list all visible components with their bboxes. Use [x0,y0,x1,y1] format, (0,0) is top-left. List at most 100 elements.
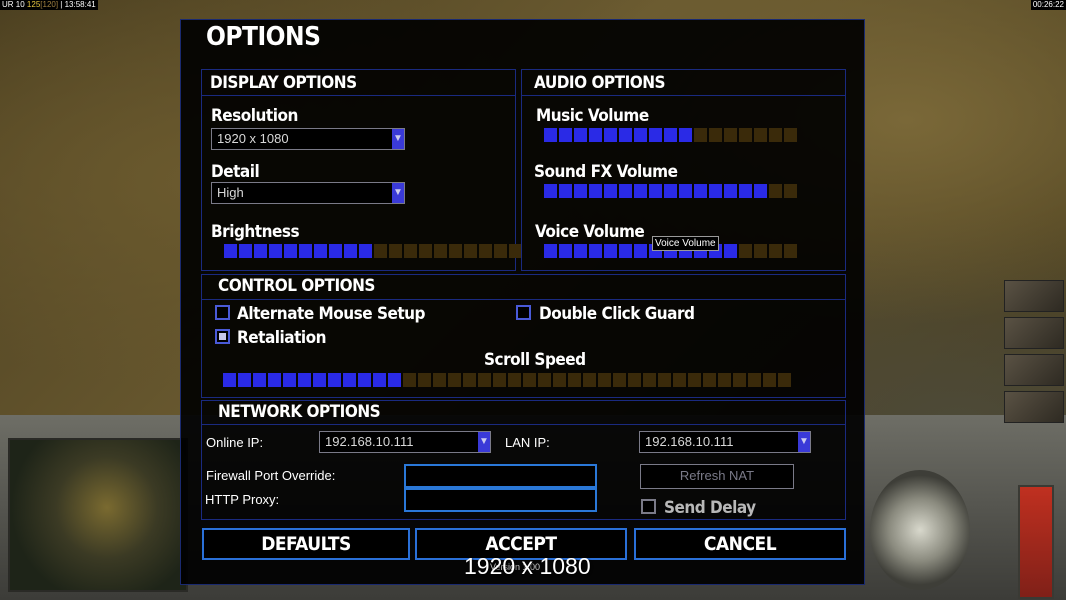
slider-segment[interactable] [694,128,707,142]
http-proxy-input[interactable] [404,488,597,512]
slider-segment[interactable] [478,373,491,387]
slider-segment[interactable] [463,373,476,387]
slider-segment[interactable] [328,373,341,387]
slider-segment[interactable] [739,184,752,198]
slider-segment[interactable] [344,244,357,258]
defaults-button[interactable]: DEFAULTS [202,528,410,560]
slider-segment[interactable] [688,373,701,387]
slider-segment[interactable] [559,184,572,198]
slider-segment[interactable] [574,184,587,198]
slider-segment[interactable] [479,244,492,258]
slider-segment[interactable] [559,128,572,142]
slider-segment[interactable] [628,373,641,387]
slider-segment[interactable] [634,128,647,142]
slider-segment[interactable] [664,128,677,142]
slider-segment[interactable] [559,244,572,258]
slider-segment[interactable] [523,373,536,387]
slider-segment[interactable] [508,373,521,387]
slider-segment[interactable] [583,373,596,387]
slider-segment[interactable] [553,373,566,387]
slider-segment[interactable] [619,184,632,198]
slider-segment[interactable] [754,184,767,198]
sfx-volume-slider[interactable] [544,184,797,198]
slider-segment[interactable] [389,244,402,258]
slider-segment[interactable] [619,244,632,258]
slider-segment[interactable] [433,373,446,387]
send-delay-checkbox[interactable] [641,499,656,514]
resolution-select[interactable]: 1920 x 1080 ▼ [211,128,405,150]
chevron-down-icon[interactable]: ▼ [798,432,810,452]
slider-segment[interactable] [574,244,587,258]
slider-segment[interactable] [733,373,746,387]
slider-segment[interactable] [544,244,557,258]
slider-segment[interactable] [604,244,617,258]
slider-segment[interactable] [658,373,671,387]
slider-segment[interactable] [358,373,371,387]
slider-segment[interactable] [784,128,797,142]
slider-segment[interactable] [254,244,267,258]
slider-segment[interactable] [589,184,602,198]
slider-segment[interactable] [649,184,662,198]
slider-segment[interactable] [544,128,557,142]
double-click-guard-checkbox[interactable] [516,305,531,320]
slider-segment[interactable] [634,244,647,258]
music-volume-slider[interactable] [544,128,797,142]
slider-segment[interactable] [769,128,782,142]
slider-segment[interactable] [269,244,282,258]
alternate-mouse-label[interactable]: Alternate Mouse Setup [237,304,426,324]
double-click-guard-label[interactable]: Double Click Guard [539,304,695,324]
slider-segment[interactable] [464,244,477,258]
slider-segment[interactable] [268,373,281,387]
slider-segment[interactable] [434,244,447,258]
firewall-port-input[interactable] [404,464,597,488]
slider-segment[interactable] [739,244,752,258]
slider-segment[interactable] [769,244,782,258]
slider-segment[interactable] [589,128,602,142]
slider-segment[interactable] [754,128,767,142]
slider-segment[interactable] [754,244,767,258]
unit-portrait-icon[interactable] [1004,354,1064,386]
slider-segment[interactable] [418,373,431,387]
slider-segment[interactable] [664,184,677,198]
slider-segment[interactable] [388,373,401,387]
slider-segment[interactable] [613,373,626,387]
detail-select[interactable]: High ▼ [211,182,405,204]
cancel-button[interactable]: CANCEL [634,528,846,560]
slider-segment[interactable] [679,128,692,142]
slider-segment[interactable] [784,184,797,198]
slider-segment[interactable] [448,373,461,387]
retaliation-label[interactable]: Retaliation [237,328,327,348]
slider-segment[interactable] [419,244,432,258]
slider-segment[interactable] [494,244,507,258]
retaliation-checkbox[interactable] [215,329,230,344]
slider-segment[interactable] [649,128,662,142]
slider-segment[interactable] [239,244,252,258]
slider-segment[interactable] [403,373,416,387]
slider-segment[interactable] [314,244,327,258]
slider-segment[interactable] [374,244,387,258]
slider-segment[interactable] [778,373,791,387]
slider-segment[interactable] [574,128,587,142]
slider-segment[interactable] [724,128,737,142]
slider-segment[interactable] [703,373,716,387]
slider-segment[interactable] [604,128,617,142]
slider-segment[interactable] [709,184,722,198]
refresh-nat-button[interactable]: Refresh NAT [640,464,794,489]
scroll-speed-slider[interactable] [223,373,791,387]
slider-segment[interactable] [449,244,462,258]
alternate-mouse-checkbox[interactable] [215,305,230,320]
slider-segment[interactable] [223,373,236,387]
slider-segment[interactable] [404,244,417,258]
chevron-down-icon[interactable]: ▼ [392,129,404,149]
slider-segment[interactable] [329,244,342,258]
slider-segment[interactable] [343,373,356,387]
slider-segment[interactable] [238,373,251,387]
slider-segment[interactable] [784,244,797,258]
brightness-slider[interactable] [224,244,522,258]
slider-segment[interactable] [359,244,372,258]
send-delay-label[interactable]: Send Delay [664,498,756,518]
online-ip-select[interactable]: 192.168.10.111 ▼ [319,431,491,453]
slider-segment[interactable] [544,184,557,198]
slider-segment[interactable] [643,373,656,387]
slider-segment[interactable] [589,244,602,258]
